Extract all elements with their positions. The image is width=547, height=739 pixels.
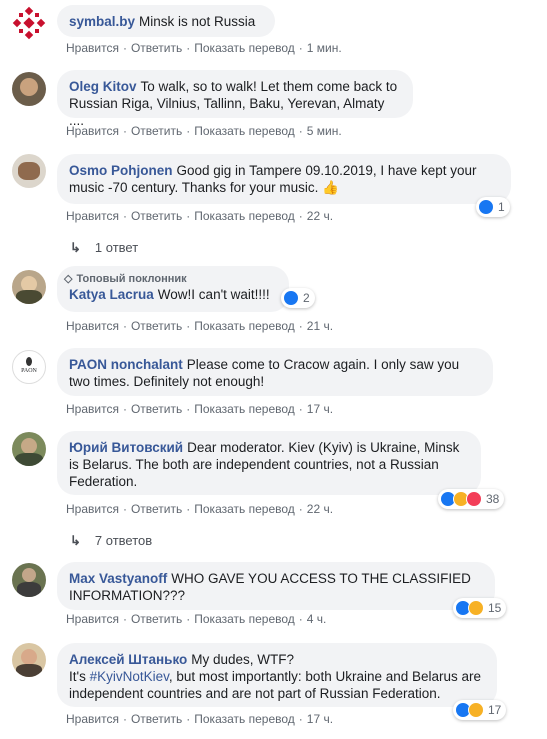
reactions-summary[interactable]: 17	[453, 700, 507, 720]
comment-text: Wow!I can't wait!!!!	[157, 287, 270, 302]
reactions-summary[interactable]: 1	[476, 197, 510, 217]
diamond-icon: ◇	[64, 273, 73, 285]
translate-link[interactable]: Показать перевод	[194, 41, 295, 55]
comment-author[interactable]: Osmo Pohjonen	[69, 163, 173, 178]
reaction-count: 38	[486, 492, 500, 506]
reply-arrow-icon: ↳	[70, 240, 81, 255]
paon-logo-icon: PAON	[21, 368, 37, 374]
reactions-summary[interactable]: 2	[281, 288, 315, 308]
reply-link[interactable]: Ответить	[131, 712, 182, 726]
like-reaction-icon	[283, 290, 299, 306]
reaction-count: 2	[303, 291, 310, 305]
timestamp[interactable]: 4 ч.	[307, 612, 327, 626]
like-link[interactable]: Нравится	[66, 124, 119, 138]
comment-text: Minsk is not Russia	[139, 14, 256, 29]
timestamp[interactable]: 17 ч.	[307, 402, 333, 416]
comment-actions: Нравится · Ответить · Показать перевод · 4 ч.	[66, 612, 327, 626]
translate-link[interactable]: Показать перевод	[194, 402, 295, 416]
reaction-count: 1	[498, 200, 505, 214]
comment-actions: Нравится · Ответить · Показать перевод · 1 мин…	[66, 41, 342, 55]
reaction-count: 17	[488, 703, 502, 717]
avatar[interactable]	[12, 270, 46, 304]
translate-link[interactable]: Показать перевод	[194, 612, 295, 626]
replies-count: 7 ответов	[94, 533, 153, 548]
haha-reaction-icon	[468, 600, 484, 616]
replies-count: 1 ответ	[94, 240, 139, 255]
like-reaction-icon	[478, 199, 494, 215]
comment-bubble: Max Vastyanoff WHO GAVE YOU ACCESS TO THE…	[57, 562, 495, 610]
timestamp[interactable]: 17 ч.	[307, 712, 333, 726]
love-reaction-icon	[466, 491, 482, 507]
comment-actions: Нравится · Ответить · Показать перевод · 17 ч.	[66, 712, 334, 726]
comment-bubble: Юрий Витовский Dear moderator. Kiev (Kyiv…	[57, 431, 481, 495]
comment-author[interactable]: Юрий Витовский	[69, 440, 183, 455]
comment-actions: Нравится · Ответить · Показать перевод · 22 ч.	[66, 502, 334, 516]
reply-arrow-icon: ↳	[70, 533, 81, 548]
timestamp[interactable]: 1 мин.	[307, 41, 342, 55]
avatar[interactable]: PAON	[12, 350, 46, 384]
comment-actions: Нравится · Ответить · Показать перевод · 17 ч.	[66, 402, 334, 416]
like-link[interactable]: Нравится	[66, 402, 119, 416]
reply-link[interactable]: Ответить	[131, 209, 182, 223]
ornament-logo-icon	[12, 6, 46, 40]
timestamp[interactable]: 5 мин.	[307, 124, 342, 138]
like-link[interactable]: Нравится	[66, 712, 119, 726]
comment-author[interactable]: PAON nonchalant	[69, 357, 183, 372]
comment-bubble: Oleg Kitov To walk, so to walk! Let them …	[57, 70, 413, 128]
comment-bubble: symbal.by Minsk is not Russia	[57, 5, 275, 37]
avatar[interactable]	[12, 72, 46, 106]
reply-link[interactable]: Ответить	[131, 124, 182, 138]
hashtag-link[interactable]: #KyivNotKiev	[90, 669, 169, 684]
reactions-summary[interactable]: 15	[453, 598, 507, 618]
comment-author[interactable]: Oleg Kitov	[69, 79, 137, 94]
comment-actions: Нравится · Ответить · Показать перевод · 21 ч.	[66, 319, 334, 333]
comment-bubble: Алексей Штанько My dudes, WTF? It's #Kyiv…	[57, 643, 497, 707]
translate-link[interactable]: Показать перевод	[194, 502, 295, 516]
like-link[interactable]: Нравится	[66, 209, 119, 223]
avatar[interactable]	[12, 563, 46, 597]
translate-link[interactable]: Показать перевод	[194, 712, 295, 726]
comment-actions: Нравится · Ответить · Показать перевод · 22 ч.	[66, 209, 334, 223]
badge-label: Топовый поклонник	[76, 273, 187, 285]
reply-link[interactable]: Ответить	[131, 612, 182, 626]
reply-link[interactable]: Ответить	[131, 41, 182, 55]
translate-link[interactable]: Показать перевод	[194, 124, 295, 138]
comment-author[interactable]: Алексей Штанько	[69, 652, 187, 667]
view-replies-link[interactable]: ↳ 1 ответ	[70, 240, 138, 256]
timestamp[interactable]: 22 ч.	[307, 209, 333, 223]
translate-link[interactable]: Показать перевод	[194, 319, 295, 333]
translate-link[interactable]: Показать перевод	[194, 209, 295, 223]
like-link[interactable]: Нравится	[66, 319, 119, 333]
comment-author[interactable]: Katya Lacrua	[69, 287, 154, 302]
reactions-summary[interactable]: 38	[438, 489, 505, 509]
reply-link[interactable]: Ответить	[131, 319, 182, 333]
timestamp[interactable]: 21 ч.	[307, 319, 333, 333]
avatar[interactable]	[12, 154, 46, 188]
view-replies-link[interactable]: ↳ 7 ответов	[70, 533, 152, 549]
comment-author[interactable]: Max Vastyanoff	[69, 571, 167, 586]
avatar[interactable]	[12, 643, 46, 677]
like-link[interactable]: Нравится	[66, 41, 119, 55]
reply-link[interactable]: Ответить	[131, 402, 182, 416]
haha-reaction-icon	[468, 702, 484, 718]
like-link[interactable]: Нравится	[66, 502, 119, 516]
comment-bubble: PAON nonchalant Please come to Cracow aga…	[57, 348, 493, 396]
comment-text: My dudes, WTF?	[191, 652, 295, 667]
avatar[interactable]	[12, 6, 46, 40]
reply-link[interactable]: Ответить	[131, 502, 182, 516]
avatar[interactable]	[12, 432, 46, 466]
comment-author[interactable]: symbal.by	[69, 14, 135, 29]
top-fan-badge: ◇ Топовый поклонник	[64, 272, 187, 285]
comment-bubble: Osmo Pohjonen Good gig in Tampere 09.10.2…	[57, 154, 511, 204]
comment-text-part: It's	[69, 669, 90, 684]
comment-actions: Нравится · Ответить · Показать перевод · 5 мин…	[66, 124, 342, 138]
timestamp[interactable]: 22 ч.	[307, 502, 333, 516]
reaction-count: 15	[488, 601, 502, 615]
like-link[interactable]: Нравится	[66, 612, 119, 626]
